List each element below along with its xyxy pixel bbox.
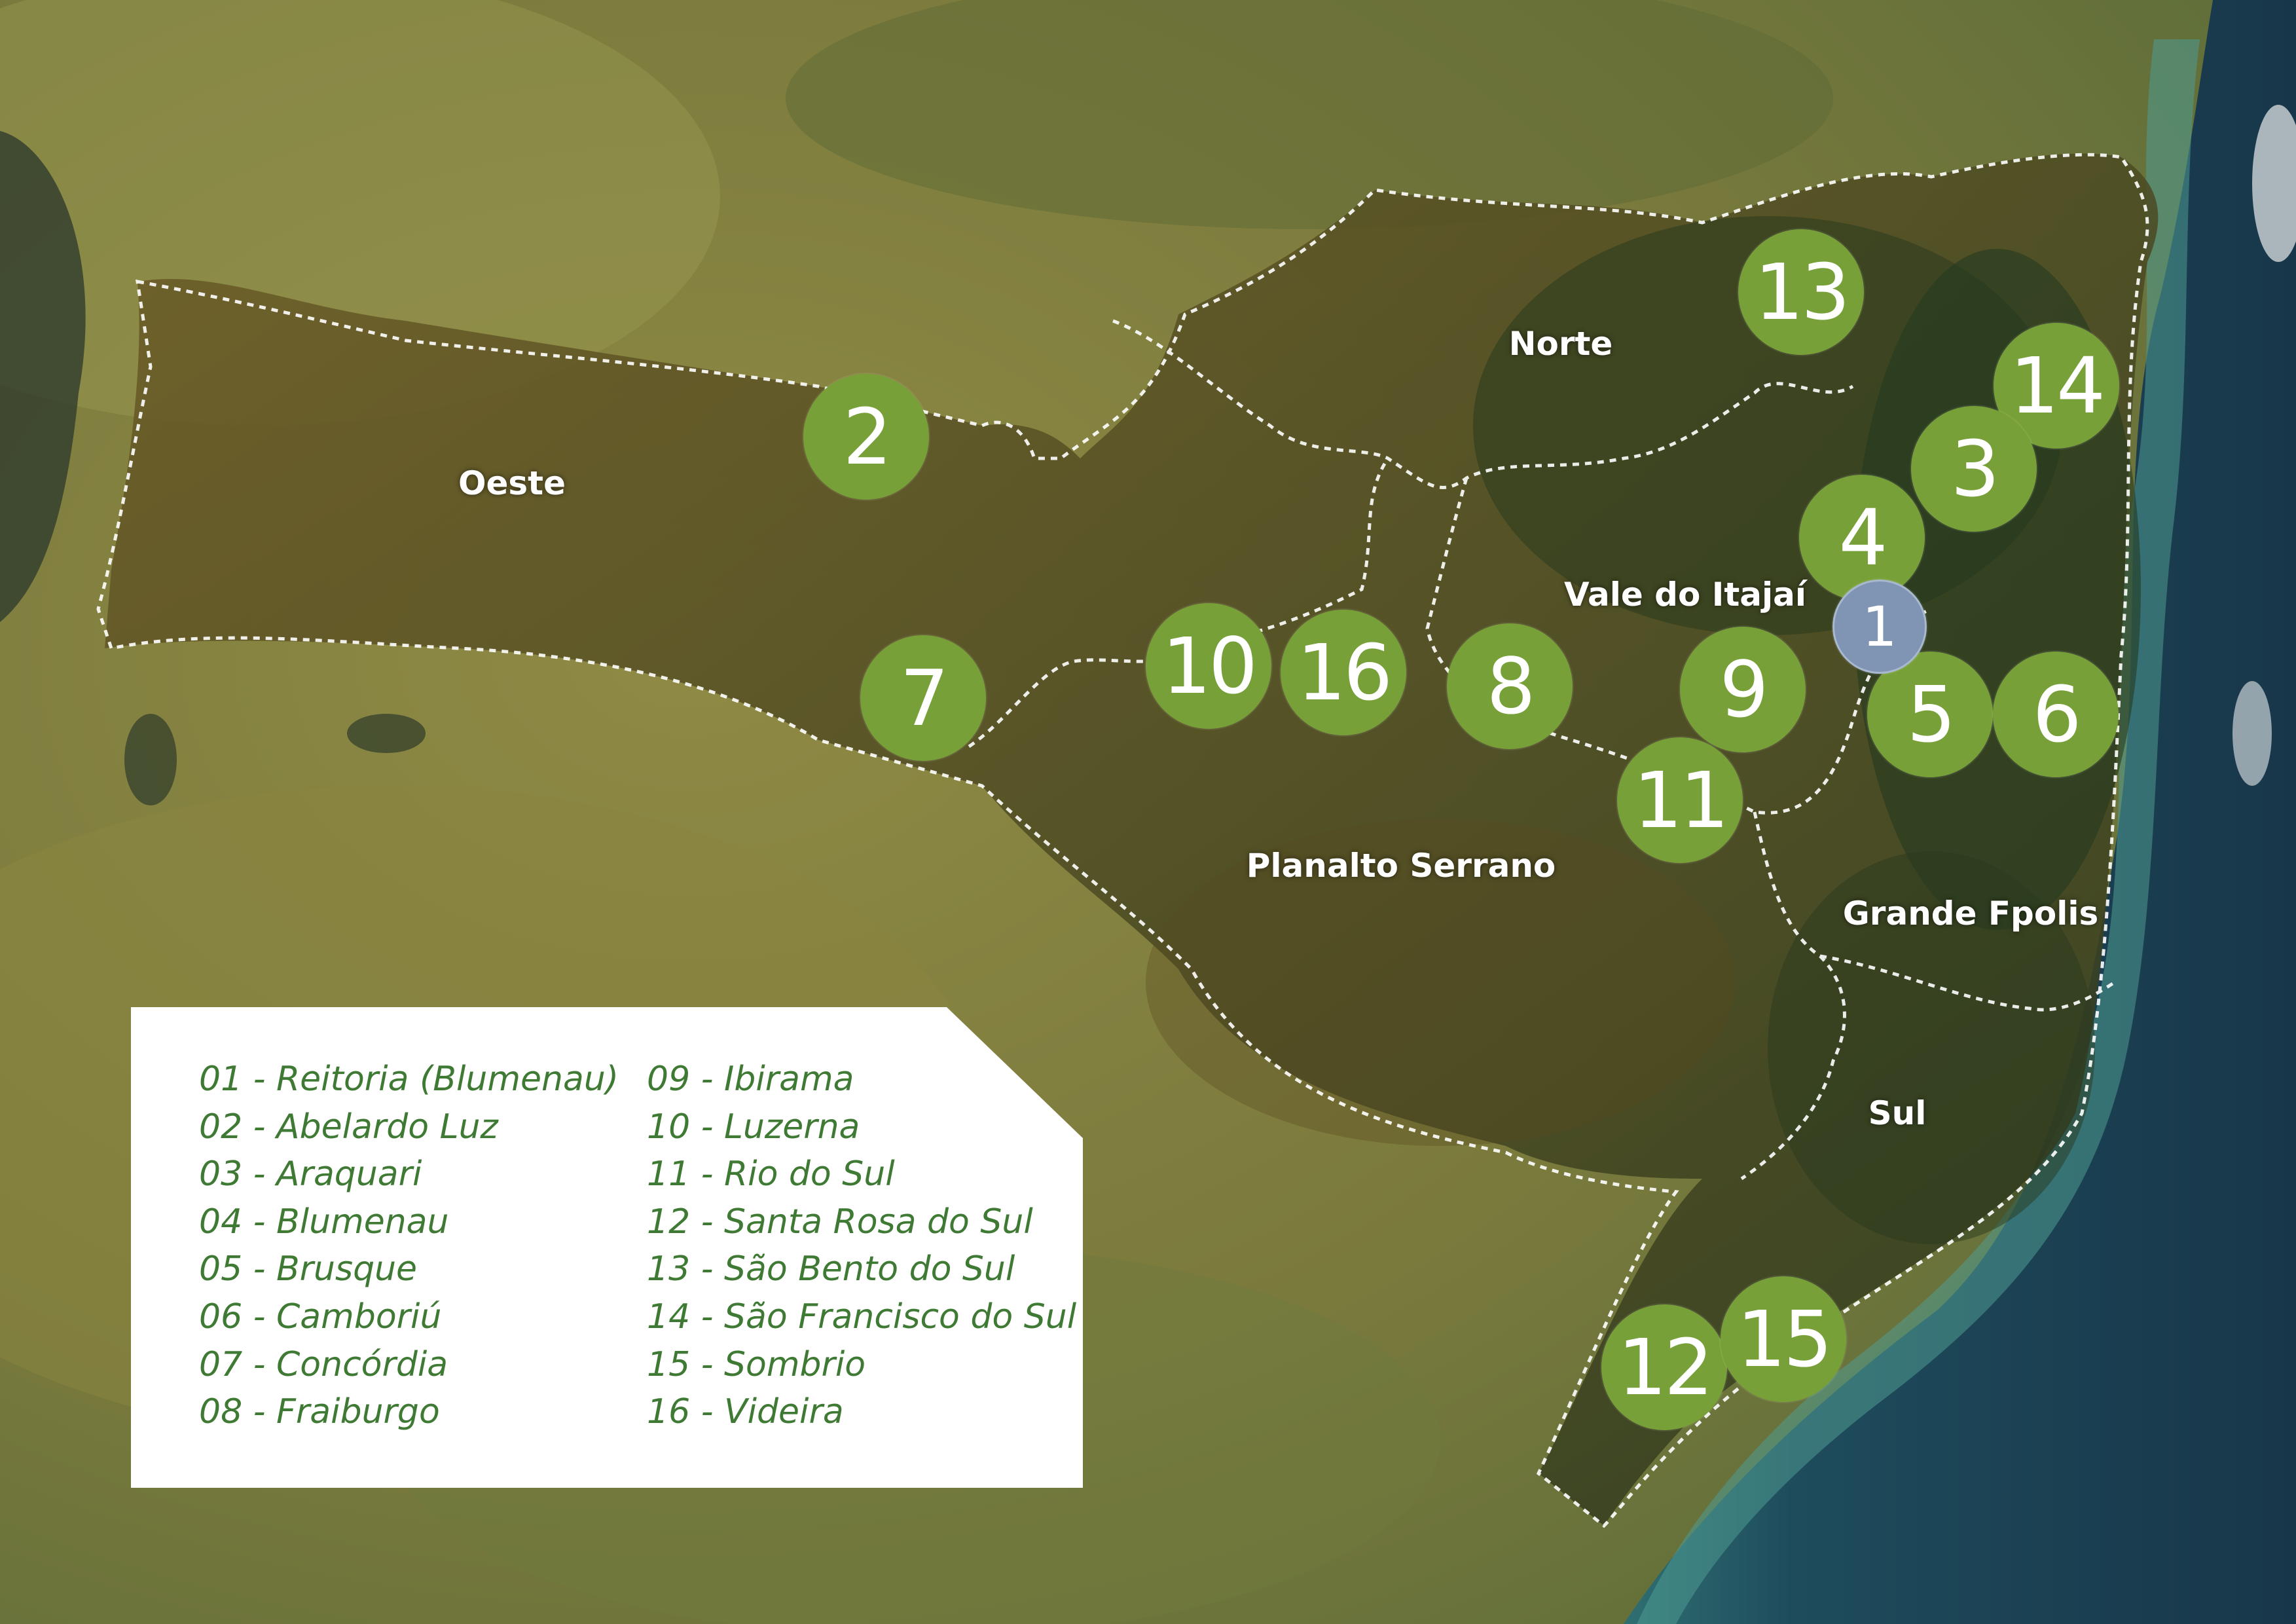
legend-column-1: 01 - Reitoria (Blumenau) 02 - Abelardo L… (199, 1056, 619, 1436)
legend-item: 10 - Luzerna (647, 1107, 860, 1147)
cloud (2232, 681, 2272, 786)
legend-item: 01 - Reitoria (Blumenau) (199, 1060, 619, 1099)
legend-item: 03 - Araquari (199, 1154, 422, 1194)
legend-column-2: 09 - Ibirama 10 - Luzerna 11 - Rio do Su… (647, 1056, 1076, 1436)
region-label-oeste: Oeste (458, 464, 566, 502)
campus-marker-16[interactable]: 16 (1281, 610, 1406, 735)
legend-item: 12 - Santa Rosa do Sul (647, 1202, 1033, 1242)
campus-marker-4[interactable]: 4 (1799, 475, 1925, 600)
legend-item: 11 - Rio do Sul (647, 1154, 895, 1194)
legend-item: 07 - Concórdia (199, 1344, 448, 1384)
legend-item: 05 - Brusque (199, 1249, 418, 1289)
region-label-planalto-serrano: Planalto Serrano (1246, 847, 1556, 885)
lake (347, 714, 426, 753)
campus-marker-8[interactable]: 8 (1447, 623, 1573, 749)
campus-marker-11[interactable]: 11 (1617, 737, 1743, 863)
campus-marker-6[interactable]: 6 (1993, 652, 2119, 777)
legend-item: 08 - Fraiburgo (199, 1392, 440, 1432)
campus-marker-10[interactable]: 10 (1146, 603, 1271, 729)
region-label-norte: Norte (1508, 325, 1613, 363)
campus-marker-2[interactable]: 2 (803, 374, 929, 500)
campus-marker-13[interactable]: 13 (1738, 229, 1864, 355)
legend-item: 06 - Camboriú (199, 1297, 442, 1337)
region-label-grande-fpolis: Grande Fpolis (1842, 895, 2099, 932)
legend-item: 14 - São Francisco do Sul (647, 1297, 1077, 1337)
legend-item: 16 - Videira (647, 1392, 844, 1432)
lake (124, 714, 177, 805)
campus-marker-12[interactable]: 12 (1601, 1304, 1727, 1430)
legend-item: 02 - Abelardo Luz (199, 1107, 498, 1147)
region-label-vale-do-itajai: Vale do Itajaí (1564, 576, 1806, 614)
headquarters-marker-1[interactable]: 1 (1832, 580, 1927, 674)
legend-panel: 01 - Reitoria (Blumenau) 02 - Abelardo L… (131, 1007, 1083, 1488)
region-label-sul: Sul (1868, 1094, 1927, 1132)
campus-marker-3[interactable]: 3 (1911, 406, 2037, 532)
campus-marker-9[interactable]: 9 (1680, 627, 1806, 752)
legend-item: 13 - São Bento do Sul (647, 1249, 1015, 1289)
legend-item: 15 - Sombrio (647, 1344, 866, 1384)
campus-marker-7[interactable]: 7 (860, 635, 986, 761)
legend-item: 04 - Blumenau (199, 1202, 449, 1242)
campus-marker-15[interactable]: 15 (1721, 1276, 1846, 1402)
